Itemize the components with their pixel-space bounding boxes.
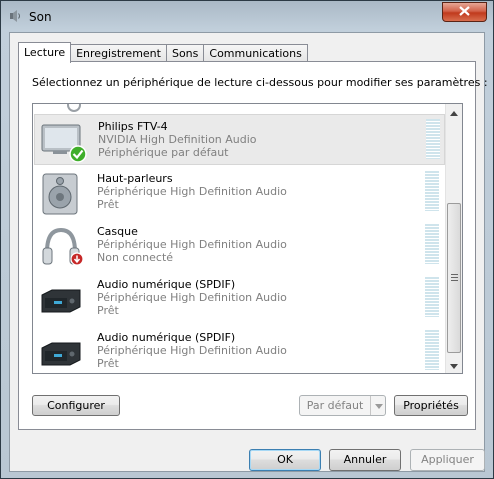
device-name: Audio numérique (SPDIF)	[97, 278, 236, 291]
volume-meter	[426, 119, 440, 159]
device-name: Philips FTV-4	[98, 120, 168, 133]
instruction-text: Sélectionnez un périphérique de lecture …	[32, 76, 488, 89]
speaker-icon	[40, 173, 82, 215]
sound-dialog-window: Son Lecture Enregistrement Sons Communic…	[0, 0, 494, 479]
device-status: Prêt	[97, 198, 119, 211]
grip-line	[451, 280, 458, 281]
volume-meter	[425, 224, 439, 264]
chevron-down-icon	[374, 396, 383, 415]
tab-strip: Lecture Enregistrement Sons Communicatio…	[18, 42, 308, 63]
device-status: Non connecté	[97, 251, 174, 264]
dialog-client-area: Lecture Enregistrement Sons Communicatio…	[9, 32, 488, 472]
device-description: NVIDIA High Definition Audio	[98, 133, 257, 146]
digital-audio-device-icon	[40, 332, 82, 373]
chevron-up-icon	[450, 106, 458, 119]
device-status: Prêt	[97, 304, 119, 317]
default-check-icon	[69, 145, 87, 166]
volume-meter	[425, 277, 439, 317]
tab-lecture[interactable]: Lecture	[18, 42, 72, 63]
cancel-button[interactable]: Annuler	[329, 449, 401, 471]
scroll-thumb[interactable]	[447, 203, 461, 353]
grip-line	[451, 274, 458, 275]
device-status: Périphérique par défaut	[98, 146, 229, 159]
device-description: Périphérique High Definition Audio	[97, 185, 287, 198]
device-row-spdif-1[interactable]: Audio numérique (SPDIF) Périphérique Hig…	[34, 273, 445, 324]
speaker-app-icon	[8, 9, 22, 23]
properties-button[interactable]: Propriétés	[394, 395, 468, 416]
close-icon	[459, 5, 470, 19]
set-default-split-button[interactable]: Par défaut	[299, 395, 386, 416]
device-status: Prêt	[97, 357, 119, 370]
chevron-down-icon	[450, 359, 458, 372]
device-row-philips[interactable]: Philips FTV-4 NVIDIA High Definition Aud…	[34, 114, 445, 165]
disconnected-badge-icon	[70, 252, 84, 269]
apply-button[interactable]: Appliquer	[410, 449, 485, 471]
configure-button[interactable]: Configurer	[32, 395, 120, 416]
device-description: Périphérique High Definition Audio	[97, 344, 287, 357]
partial-device-icon	[67, 104, 81, 112]
device-name: Audio numérique (SPDIF)	[97, 331, 236, 344]
window-title: Son	[29, 10, 52, 24]
set-default-dropdown[interactable]	[370, 396, 386, 415]
digital-audio-device-icon	[40, 279, 82, 321]
scroll-down-button[interactable]	[446, 357, 462, 373]
device-row-spdif-2[interactable]: Audio numérique (SPDIF) Périphérique Hig…	[34, 326, 445, 373]
vertical-scrollbar[interactable]	[445, 104, 462, 373]
device-list[interactable]: Philips FTV-4 NVIDIA High Definition Aud…	[32, 103, 463, 374]
scroll-up-button[interactable]	[446, 104, 462, 120]
device-row-casque[interactable]: Casque Périphérique High Definition Audi…	[34, 220, 445, 271]
title-bar[interactable]: Son	[1, 1, 493, 31]
ok-button[interactable]: OK	[249, 449, 321, 471]
set-default-label: Par défaut	[306, 399, 364, 412]
device-description: Périphérique High Definition Audio	[97, 238, 287, 251]
device-row-haut-parleurs[interactable]: Haut-parleurs Périphérique High Definiti…	[34, 167, 445, 218]
volume-meter	[425, 171, 439, 211]
device-list-rows: Philips FTV-4 NVIDIA High Definition Aud…	[33, 104, 446, 373]
device-name: Casque	[97, 225, 138, 238]
device-description: Périphérique High Definition Audio	[97, 291, 287, 304]
device-name: Haut-parleurs	[97, 172, 173, 185]
volume-meter	[425, 330, 439, 370]
playback-tab-panel: Sélectionnez un périphérique de lecture …	[18, 61, 488, 430]
close-button[interactable]	[442, 2, 487, 22]
grip-line	[451, 277, 458, 278]
